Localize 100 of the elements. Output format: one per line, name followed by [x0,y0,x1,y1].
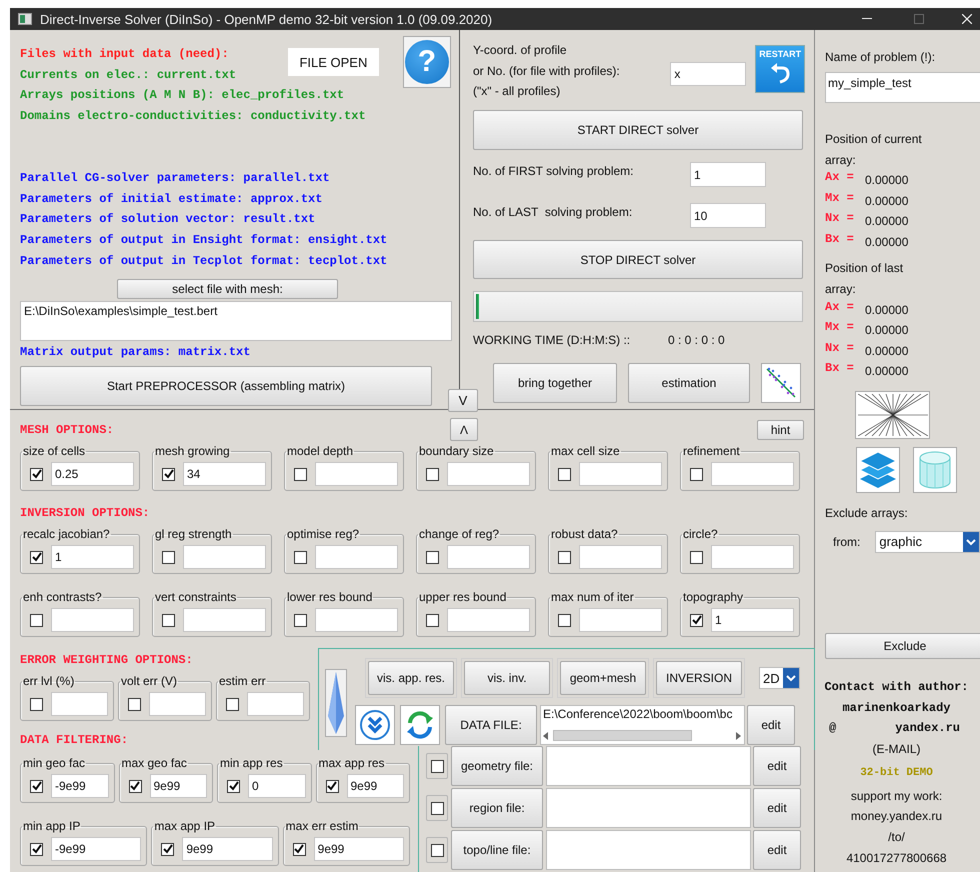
input-field[interactable] [183,545,266,569]
bring-together-button[interactable]: bring together [493,363,617,404]
checkbox[interactable] [426,550,439,564]
input-field[interactable]: 0.25 [51,462,134,486]
checkbox[interactable] [426,468,439,480]
file-path-field[interactable] [546,746,751,786]
input-field[interactable] [447,608,530,632]
checkbox[interactable] [294,614,307,626]
checkbox[interactable] [128,780,142,792]
input-field[interactable] [579,462,662,486]
dimension-select[interactable]: 2D [759,667,800,689]
input-field[interactable]: 9e99 [346,774,404,798]
checkbox[interactable] [430,802,444,814]
refresh-button[interactable] [400,705,440,745]
source-select[interactable]: graphic [875,530,980,553]
input-field[interactable] [711,462,794,486]
preprocessor-button[interactable]: Start PREPROCESSOR (assembling matrix) [20,366,432,406]
checkbox[interactable] [162,468,175,480]
edit-button[interactable]: edit [747,705,795,745]
diamond-button[interactable] [325,669,347,737]
input-field[interactable]: 1 [51,545,134,569]
edit-button[interactable]: edit [753,830,801,870]
checkbox[interactable] [558,468,571,480]
input-field[interactable]: 9e99 [150,774,207,798]
input-field[interactable] [447,462,530,486]
file-open-button[interactable]: FILE OPEN [288,48,379,76]
first-problem-field[interactable]: 1 [690,162,766,188]
checkbox[interactable] [128,698,141,710]
checkbox[interactable] [30,550,43,564]
mesh-path-field[interactable]: E:\DiInSo\examples\simple_test.bert [20,301,452,342]
input-field[interactable]: 0 [248,774,306,798]
mesh-button[interactable] [855,390,930,439]
input-field[interactable] [315,608,398,632]
input-field[interactable]: -9e99 [51,774,108,798]
checkbox[interactable] [162,614,175,626]
file-type-button[interactable]: region file: [451,788,543,828]
start-solver-button[interactable]: START DIRECT solver [473,110,803,150]
input-field[interactable] [315,462,398,486]
checkbox[interactable] [430,844,444,856]
data-file-button[interactable]: DATA FILE: [445,705,537,745]
input-field[interactable] [447,545,530,569]
checkbox[interactable] [30,468,43,480]
checkbox[interactable] [292,842,306,856]
checkbox[interactable] [690,614,703,626]
estimation-button[interactable]: estimation [628,363,750,404]
file-path-field[interactable] [546,788,751,828]
input-field[interactable] [149,692,206,716]
checkbox[interactable] [426,614,439,626]
checkbox[interactable] [30,698,43,710]
input-field[interactable]: 1 [711,608,794,632]
edit-button[interactable]: edit [753,746,801,786]
checkbox[interactable] [30,780,43,792]
checkbox[interactable] [326,780,338,792]
download-button[interactable] [355,705,395,745]
scatter-button[interactable] [761,363,801,404]
file-type-button[interactable]: topo/line file: [451,830,543,870]
input-field[interactable] [51,692,108,716]
view-button[interactable]: vis. inv. [464,661,550,695]
collapse-button[interactable]: V [448,389,478,412]
select-mesh-button[interactable]: select file with mesh: [117,279,338,300]
checkbox[interactable] [30,614,43,626]
scroll-right-icon[interactable] [736,732,742,740]
input-field[interactable] [183,608,266,632]
input-field[interactable] [315,545,398,569]
checkbox[interactable] [162,550,175,564]
checkbox[interactable] [558,614,571,626]
checkbox[interactable] [161,842,174,856]
last-problem-field[interactable]: 10 [690,203,766,228]
input-field[interactable] [579,608,662,632]
view-button[interactable]: geom+mesh [560,661,646,695]
input-field[interactable]: 34 [183,462,266,486]
scrollbar[interactable] [543,729,742,742]
checkbox[interactable] [226,698,239,710]
expand-button[interactable]: Λ [450,418,478,441]
minimize-icon[interactable] [862,18,872,20]
problem-field[interactable]: my_simple_test [825,72,980,103]
checkbox[interactable] [430,760,444,772]
layers-button[interactable] [856,446,900,493]
data-file-field[interactable]: E:\Conference\2022\boom\boom\bc [540,705,745,745]
input-field[interactable]: 9e99 [314,837,404,861]
file-path-field[interactable] [546,830,751,870]
exclude-button[interactable]: Exclude [825,632,980,659]
checkbox[interactable] [294,468,307,480]
checkbox[interactable] [558,550,571,564]
edit-button[interactable]: edit [753,788,801,828]
view-button[interactable]: vis. app. res. [368,661,454,695]
view-button[interactable]: INVERSION [656,661,742,695]
checkbox[interactable] [690,468,703,480]
scroll-left-icon[interactable] [543,732,549,740]
input-field[interactable] [579,545,662,569]
checkbox[interactable] [690,550,703,564]
hint-button[interactable]: hint [757,420,804,440]
checkbox[interactable] [227,780,240,792]
input-field[interactable]: 9e99 [182,837,273,861]
checkbox[interactable] [30,842,43,856]
close-icon[interactable] [962,14,972,24]
checkbox[interactable] [294,550,307,564]
input-field[interactable] [51,608,134,632]
input-field[interactable]: -9e99 [51,837,142,861]
stop-solver-button[interactable]: STOP DIRECT solver [473,240,803,280]
